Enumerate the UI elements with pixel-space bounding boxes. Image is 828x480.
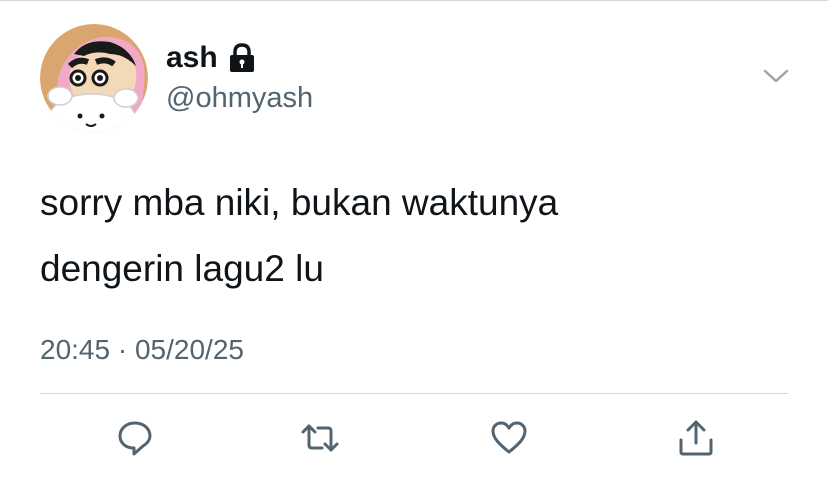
- reply-icon: [118, 421, 152, 456]
- heart-icon: [491, 421, 527, 454]
- tweet-time: 20:45: [40, 334, 111, 365]
- handle[interactable]: @ohmyash: [166, 80, 313, 116]
- share-button[interactable]: [676, 418, 716, 458]
- avatar[interactable]: [40, 24, 148, 132]
- tweet-text: sorry mba niki, bukan waktunya dengerin …: [40, 170, 740, 302]
- tweet-date: 05/20/25: [134, 334, 244, 365]
- display-name[interactable]: ash: [166, 40, 256, 76]
- tweet-text-line: dengerin lagu2 lu: [40, 248, 324, 289]
- display-name-text: ash: [166, 41, 218, 74]
- reply-button[interactable]: [115, 418, 155, 458]
- like-button[interactable]: [489, 418, 529, 458]
- chevron-down-icon[interactable]: [761, 66, 791, 86]
- top-border: [0, 0, 828, 1]
- retweet-icon: [301, 424, 339, 452]
- meta-separator: ·: [117, 334, 128, 365]
- retweet-button[interactable]: [300, 418, 340, 458]
- divider: [40, 393, 788, 394]
- tweet-text-line: sorry mba niki, bukan waktunya: [40, 182, 559, 223]
- tweet-timestamp[interactable]: 20:45 · 05/20/25: [40, 333, 244, 367]
- share-icon: [679, 420, 713, 456]
- lock-icon: [228, 43, 256, 73]
